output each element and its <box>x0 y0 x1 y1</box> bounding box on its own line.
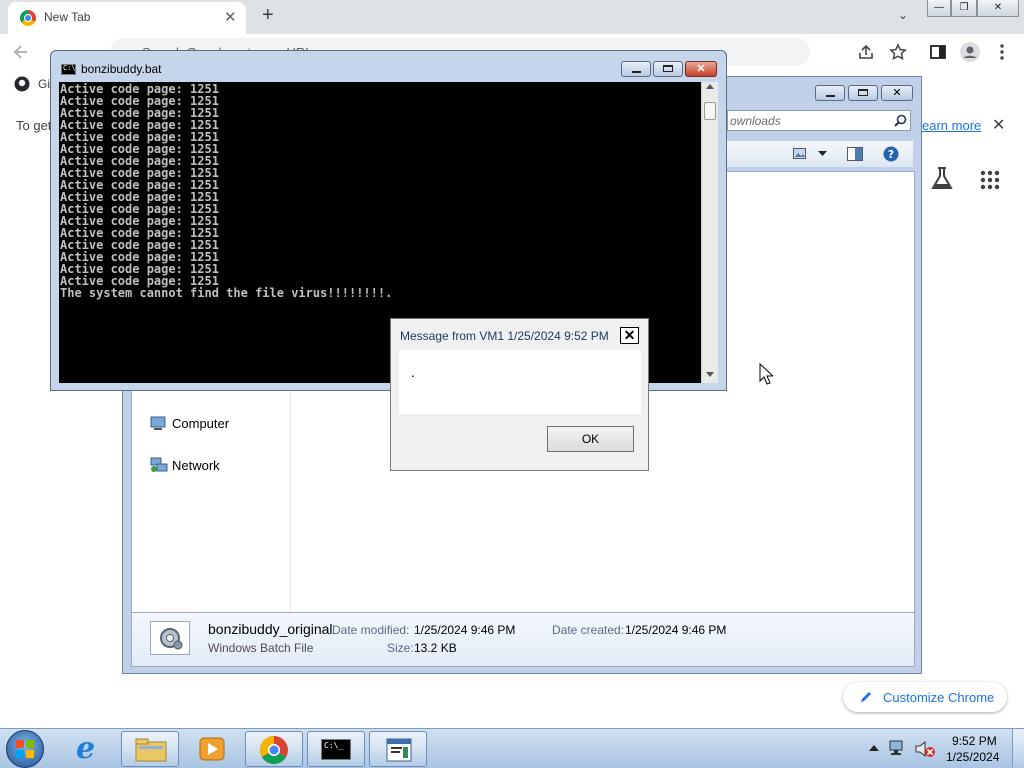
show-desktop-button[interactable] <box>1012 729 1024 767</box>
chrome-icon <box>260 736 288 764</box>
command-prompt-icon: C:\_ <box>321 739 351 760</box>
explorer-close-button[interactable]: ✕ <box>881 85 913 101</box>
file-type: Windows Batch File <box>208 641 314 655</box>
scroll-thumb[interactable] <box>704 102 716 120</box>
media-player-icon <box>199 737 225 761</box>
console-title: bonzibuddy.bat <box>81 62 162 76</box>
date-created-label: Date created: <box>552 623 625 637</box>
windows-logo-icon <box>16 740 34 758</box>
close-icon: ✕ <box>892 87 902 99</box>
ok-button[interactable]: OK <box>547 426 634 452</box>
chrome-tab-new-tab[interactable]: New Tab ✕ <box>8 2 246 34</box>
scroll-up-icon[interactable] <box>706 84 714 89</box>
show-hidden-icons-chevron-icon[interactable] <box>869 745 879 752</box>
network-icon <box>150 457 168 472</box>
customize-chrome-label: Customize Chrome <box>883 690 995 705</box>
tab-close-icon[interactable]: ✕ <box>224 8 237 26</box>
taskbar-chrome-button[interactable] <box>245 731 303 767</box>
dialog-message-area: . <box>399 350 641 414</box>
folder-icon <box>135 738 167 762</box>
preview-pane-icon[interactable] <box>847 147 863 161</box>
share-icon[interactable] <box>857 43 875 61</box>
details-pane: bonzibuddy_original Windows Batch File D… <box>131 613 915 667</box>
chrome-menu-icon[interactable] <box>996 43 1008 61</box>
message-dialog: Message from VM1 1/25/2024 9:52 PM ✕ . O… <box>390 318 649 471</box>
computer-icon <box>150 416 166 430</box>
console-close-button[interactable]: ✕ <box>685 61 717 77</box>
mouse-cursor-icon <box>759 363 773 385</box>
taskbar-message-button[interactable] <box>369 731 427 767</box>
dialog-title: Message from VM1 1/25/2024 9:52 PM <box>400 329 609 343</box>
chrome-close-button[interactable]: ✕ <box>977 0 1019 17</box>
pencil-icon <box>861 692 871 702</box>
size-value: 13.2 KB <box>414 641 457 655</box>
taskbar-clock-time[interactable]: 9:52 PM <box>952 734 997 748</box>
message-window-icon <box>386 738 412 762</box>
github-icon[interactable] <box>14 76 30 92</box>
help-icon[interactable]: ? <box>883 146 899 162</box>
dialog-message: . <box>411 364 415 380</box>
explorer-maximize-button[interactable] <box>848 85 878 101</box>
console-titlebar[interactable]: C:\ bonzibuddy.bat ✕ <box>51 51 726 81</box>
console-scrollbar[interactable] <box>701 82 718 383</box>
scroll-down-icon[interactable] <box>706 372 714 377</box>
chrome-favicon-icon <box>20 10 36 26</box>
chrome-minimize-button[interactable]: — <box>927 0 951 17</box>
tab-title: New Tab <box>44 10 91 24</box>
bookmark-github-label[interactable]: Gi <box>38 77 50 91</box>
network-tray-icon[interactable] <box>889 740 907 756</box>
side-panel-icon[interactable] <box>929 43 947 61</box>
svg-text:?: ? <box>888 148 894 161</box>
start-button[interactable] <box>6 730 44 768</box>
explorer-minimize-button[interactable] <box>815 85 845 101</box>
internet-explorer-icon: e <box>76 731 96 766</box>
close-icon: ✕ <box>696 63 706 75</box>
taskbar: e C:\_ 9:52 PM 1/25/2024 <box>0 728 1024 768</box>
batch-file-icon <box>150 621 190 655</box>
minimize-icon <box>632 71 641 73</box>
console-app-icon: C:\ <box>61 64 76 75</box>
maximize-icon <box>663 65 673 72</box>
back-arrow-icon[interactable] <box>12 43 30 61</box>
google-apps-icon[interactable] <box>980 170 1000 190</box>
maximize-icon <box>858 89 868 96</box>
bookmark-star-icon[interactable] <box>889 43 907 61</box>
view-dropdown-chevron-icon[interactable] <box>818 151 827 157</box>
taskbar-media-player-button[interactable] <box>183 731 241 767</box>
size-label: Size: <box>387 641 414 655</box>
profile-avatar-icon[interactable] <box>959 41 981 63</box>
labs-flask-icon[interactable] <box>930 166 954 192</box>
volume-muted-icon[interactable] <box>914 740 936 758</box>
date-modified-value: 1/25/2024 9:46 PM <box>414 623 516 637</box>
explorer-command-bar: ? <box>723 141 913 167</box>
nav-item-label: Computer <box>172 416 230 431</box>
nav-item-label: Network <box>172 458 220 473</box>
file-name: bonzibuddy_original <box>208 621 333 637</box>
tab-search-chevron-icon[interactable]: ⌄ <box>898 8 908 22</box>
console-text: Active code page: 1251 Active code page:… <box>60 82 393 300</box>
change-view-icon[interactable] <box>793 148 807 160</box>
dialog-close-button[interactable]: ✕ <box>620 327 639 344</box>
date-modified-label: Date modified: <box>332 623 410 637</box>
nav-item-network[interactable]: Network <box>150 456 280 476</box>
learn-more-link[interactable]: earn more <box>922 118 981 133</box>
search-placeholder: ownloads <box>730 114 781 128</box>
nav-item-computer[interactable]: Computer <box>150 414 280 434</box>
minimize-icon <box>826 95 835 97</box>
taskbar-ie-button[interactable]: e <box>60 731 118 767</box>
new-tab-button[interactable]: + <box>262 4 274 27</box>
taskbar-clock-date[interactable]: 1/25/2024 <box>946 750 999 764</box>
console-minimize-button[interactable] <box>621 61 651 77</box>
infobar-text: To get <box>16 118 52 133</box>
chrome-maximize-button[interactable]: ❐ <box>951 0 977 17</box>
infobar-close-icon[interactable]: ✕ <box>992 115 1005 135</box>
date-created-value: 1/25/2024 9:46 PM <box>625 623 727 637</box>
taskbar-explorer-button[interactable] <box>121 731 179 767</box>
customize-chrome-button[interactable]: Customize Chrome <box>843 682 1007 712</box>
taskbar-console-button[interactable]: C:\_ <box>307 731 365 767</box>
explorer-search-box[interactable]: ownloads <box>727 110 911 131</box>
search-icon[interactable] <box>894 114 907 127</box>
console-maximize-button[interactable] <box>653 61 683 77</box>
chrome-tab-strip: New Tab ✕ + ⌄ — ❐ ✕ <box>0 0 1024 34</box>
